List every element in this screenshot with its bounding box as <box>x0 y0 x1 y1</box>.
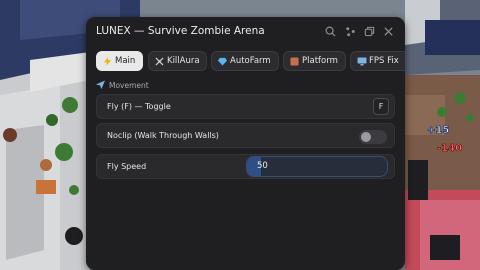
bolt-icon <box>103 56 112 66</box>
settings-icon[interactable] <box>344 25 357 38</box>
tab-autofarm[interactable]: AutoFarm <box>211 51 279 71</box>
fly-label: Fly (F) — Toggle <box>107 102 171 111</box>
fly-speed-row: Fly Speed 50 <box>96 154 395 179</box>
tab-fps-fix[interactable]: FPS Fix <box>350 51 405 71</box>
fly-toggle-row[interactable]: Fly (F) — Toggle F <box>96 94 395 119</box>
square-icon <box>290 56 299 66</box>
minimize-icon[interactable] <box>363 25 376 38</box>
tab-label: AutoFarm <box>230 56 271 66</box>
diamond-icon <box>218 57 227 66</box>
noclip-label: Noclip (Walk Through Walls) <box>107 131 219 140</box>
damage-indicator: +15 <box>427 125 449 136</box>
crosshair-icon <box>155 56 164 66</box>
noclip-toggle[interactable] <box>359 130 387 144</box>
fly-speed-slider[interactable]: 50 <box>246 156 388 177</box>
tab-platform[interactable]: Platform <box>283 51 346 71</box>
tab-label: KillAura <box>167 56 200 66</box>
toggle-knob <box>361 132 371 142</box>
close-icon[interactable] <box>382 25 395 38</box>
tab-label: Main <box>115 56 136 66</box>
damage-indicator: -140 <box>437 143 462 154</box>
tab-killaura[interactable]: KillAura <box>148 51 207 71</box>
fly-keybind-button[interactable]: F <box>373 98 389 115</box>
tab-main[interactable]: Main <box>96 51 143 71</box>
fly-speed-label: Fly Speed <box>107 162 147 171</box>
window-title: LUNEX — Survive Zombie Arena <box>96 25 265 37</box>
noclip-row[interactable]: Noclip (Walk Through Walls) <box>96 123 395 148</box>
slider-value: 50 <box>257 161 268 171</box>
title-bar[interactable]: LUNEX — Survive Zombie Arena <box>86 17 405 47</box>
tab-bar: Main KillAura AutoFarm Platform FPS Fix <box>96 51 405 71</box>
search-icon[interactable] <box>324 25 337 38</box>
tab-label: Platform <box>302 56 338 66</box>
tab-label: FPS Fix <box>369 56 399 66</box>
monitor-icon <box>357 57 367 66</box>
